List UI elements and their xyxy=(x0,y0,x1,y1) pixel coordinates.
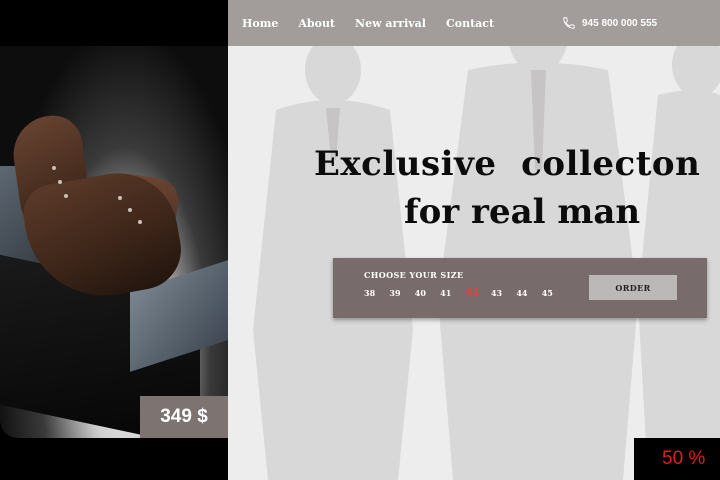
phone-number: 945 800 000 555 xyxy=(582,17,658,29)
nav-about[interactable]: About xyxy=(298,17,335,30)
product-showcase: 349 $ xyxy=(0,0,228,480)
main-area: Home About New arrival Contact 945 800 0… xyxy=(228,0,720,480)
size-option-40[interactable]: 40 xyxy=(415,288,440,298)
nav-home[interactable]: Home xyxy=(242,17,278,30)
headline-line-2: for real man xyxy=(404,192,641,232)
nav-contact[interactable]: Contact xyxy=(446,17,494,30)
phone-contact[interactable]: 945 800 000 555 xyxy=(562,16,657,30)
order-button[interactable]: ORDER xyxy=(589,275,677,300)
size-option-41[interactable]: 41 xyxy=(440,288,465,298)
discount-badge: 50 % xyxy=(634,438,720,480)
size-selector-panel: CHOOSE YOUR SIZE 38 39 40 41 42 43 44 45… xyxy=(333,258,707,318)
men-silhouettes-background xyxy=(253,0,720,480)
phone-icon xyxy=(563,17,575,29)
hero-headline: Exclusive collecton for real man xyxy=(228,140,720,236)
price-tag: 349 $ xyxy=(140,396,228,438)
size-option-43[interactable]: 43 xyxy=(491,288,516,298)
size-option-44[interactable]: 44 xyxy=(516,288,541,298)
size-selector-title: CHOOSE YOUR SIZE xyxy=(364,270,464,280)
product-photo xyxy=(0,46,228,438)
size-option-45[interactable]: 45 xyxy=(542,288,567,298)
size-options: 38 39 40 41 42 43 44 45 xyxy=(364,287,567,298)
headline-line-1: Exclusive collecton xyxy=(314,144,701,184)
size-option-42-selected[interactable]: 42 xyxy=(466,287,491,298)
top-navbar: Home About New arrival Contact 945 800 0… xyxy=(228,0,720,46)
nav-new-arrival[interactable]: New arrival xyxy=(355,17,426,30)
size-option-38[interactable]: 38 xyxy=(364,288,389,298)
size-option-39[interactable]: 39 xyxy=(389,288,414,298)
